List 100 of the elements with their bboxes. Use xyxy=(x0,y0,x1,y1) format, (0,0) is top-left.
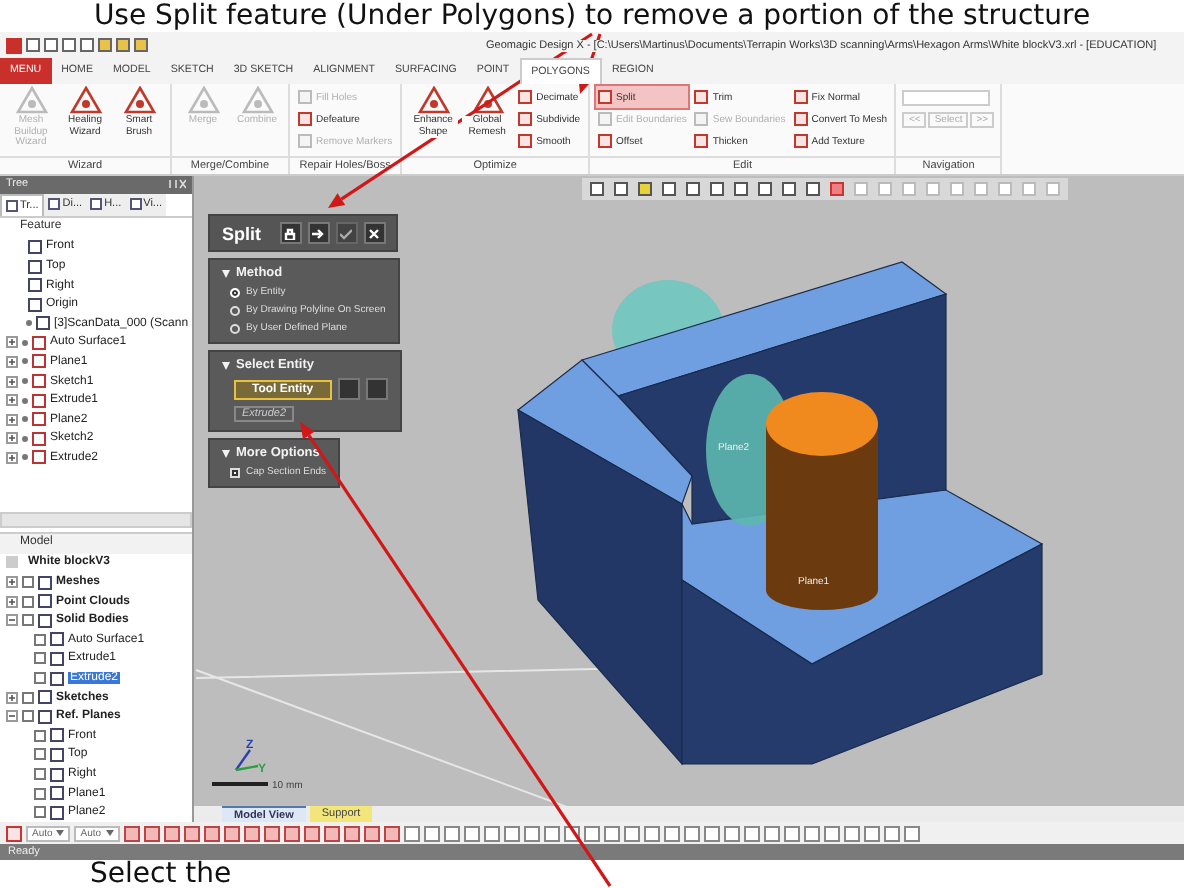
square-icon xyxy=(50,651,64,666)
square-icon xyxy=(793,112,808,126)
square-icon xyxy=(614,182,628,196)
square-icon xyxy=(34,787,46,800)
plus-box-icon xyxy=(6,413,18,426)
square-icon xyxy=(50,747,64,762)
dropdown-field[interactable] xyxy=(902,90,991,106)
square-icon xyxy=(518,134,533,148)
square-icon xyxy=(598,90,613,104)
square-icon xyxy=(598,112,613,126)
arrow-button[interactable] xyxy=(307,222,329,244)
collapse-triangle-icon[interactable] xyxy=(222,269,230,277)
checkbox[interactable] xyxy=(230,467,240,477)
square-icon xyxy=(854,182,868,196)
square-icon xyxy=(883,825,900,841)
square-icon xyxy=(32,431,46,446)
square-icon xyxy=(926,182,940,196)
collapse-triangle-icon[interactable] xyxy=(222,449,230,457)
close-icon xyxy=(368,227,380,239)
square-icon xyxy=(38,709,52,724)
square-icon xyxy=(116,38,130,52)
square-icon xyxy=(523,825,540,841)
square-icon xyxy=(363,825,380,841)
plus-box-icon xyxy=(6,394,18,407)
square-icon xyxy=(703,825,720,841)
collapse-triangle-icon[interactable] xyxy=(222,361,230,369)
square-icon xyxy=(143,825,160,841)
square-icon xyxy=(723,825,740,841)
square-icon xyxy=(878,182,892,196)
square-icon xyxy=(843,825,860,841)
square-icon xyxy=(34,729,46,742)
square-icon xyxy=(28,259,42,273)
square-icon xyxy=(38,613,52,628)
square-icon xyxy=(863,825,880,841)
square-icon xyxy=(36,316,50,331)
square-icon xyxy=(6,199,18,212)
square-icon xyxy=(298,90,312,104)
square-icon xyxy=(694,134,709,148)
square-icon xyxy=(743,825,760,841)
dialog-title: Split xyxy=(222,223,261,243)
square-icon xyxy=(50,728,64,743)
square-icon xyxy=(22,595,34,608)
square-icon xyxy=(32,393,46,408)
square-icon xyxy=(28,278,42,293)
square-icon xyxy=(583,825,600,841)
square-icon xyxy=(683,825,700,841)
lock-button[interactable] xyxy=(279,222,301,244)
square-icon xyxy=(223,825,240,841)
square-icon xyxy=(793,90,808,104)
square-icon xyxy=(80,38,94,52)
plus-box-icon xyxy=(6,336,18,349)
square-icon xyxy=(34,748,46,761)
square-icon xyxy=(1046,182,1060,196)
close-button[interactable] xyxy=(363,222,385,244)
square-icon xyxy=(22,614,34,627)
arrow-icon xyxy=(312,227,324,239)
square-icon xyxy=(28,297,42,312)
square-icon xyxy=(783,825,800,841)
square-icon xyxy=(643,825,660,841)
square-icon xyxy=(34,672,46,685)
square-icon xyxy=(6,825,22,841)
square-icon xyxy=(243,825,260,841)
square-icon xyxy=(974,182,988,196)
square-icon xyxy=(806,182,820,196)
square-icon xyxy=(50,767,64,782)
square-icon xyxy=(323,825,340,841)
app-logo-icon xyxy=(6,37,22,53)
square-icon xyxy=(98,38,112,52)
square-icon xyxy=(134,38,148,52)
triangle-icon xyxy=(417,86,450,114)
square-icon xyxy=(48,198,61,211)
scroll-bar[interactable] xyxy=(0,511,192,528)
square-icon xyxy=(32,374,46,389)
square-icon xyxy=(638,182,652,196)
radio-button[interactable] xyxy=(230,305,240,315)
caption-text: Select the xyxy=(88,860,234,888)
plus-box-icon xyxy=(6,432,18,445)
square-icon xyxy=(518,90,533,104)
square-icon xyxy=(44,38,58,52)
square-icon xyxy=(950,182,964,196)
plus-box-icon xyxy=(6,375,18,388)
scale-bar xyxy=(212,782,268,786)
square-icon xyxy=(90,198,103,211)
square-icon xyxy=(782,182,796,196)
square-icon xyxy=(403,825,420,841)
square-icon xyxy=(298,112,312,126)
square-icon xyxy=(623,825,640,841)
caption-text: Use Split feature (Under Polygons) to remove a portion of the structure xyxy=(91,0,1093,32)
caret-icon xyxy=(105,830,114,836)
square-icon xyxy=(22,691,34,704)
square-icon xyxy=(694,90,709,104)
square-icon xyxy=(298,134,312,148)
radio-button[interactable] xyxy=(230,323,240,333)
triangle-icon xyxy=(187,86,219,114)
square-icon xyxy=(518,112,533,126)
square-icon xyxy=(32,354,46,369)
square-icon xyxy=(483,825,500,841)
square-icon xyxy=(590,182,604,196)
check-button[interactable] xyxy=(335,222,357,244)
square-icon xyxy=(463,825,480,841)
